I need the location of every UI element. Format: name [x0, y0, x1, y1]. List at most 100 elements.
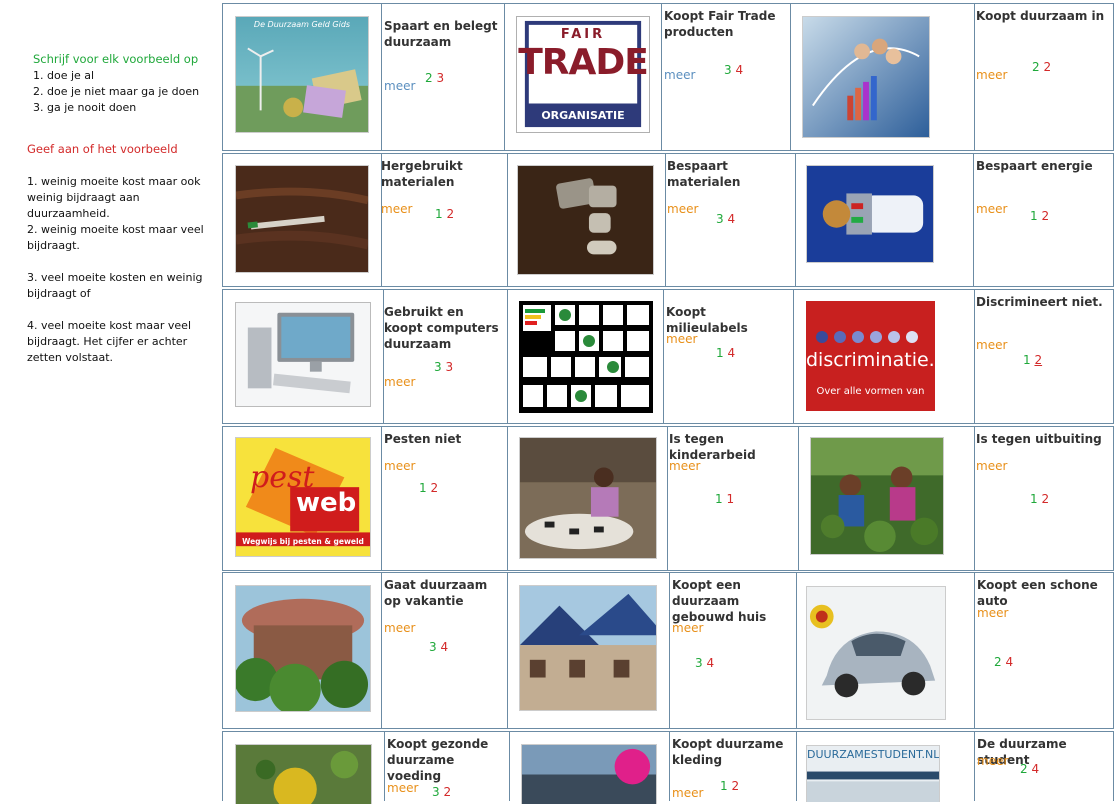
meer-link[interactable]: meer	[976, 202, 1007, 216]
pen-on-wood-image[interactable]	[235, 165, 369, 273]
instructions-sidebar: Schrijf voor elk voorbeeld op 1. doe je …	[0, 0, 222, 798]
example-cell: Koopt een duurzaam gebouwd huis meer 3 4	[669, 573, 797, 728]
image-cell	[223, 573, 382, 728]
meer-link[interactable]: meer	[976, 459, 1007, 473]
image-caption: De Duurzaam Geld Gids	[236, 20, 368, 29]
image-cell	[223, 290, 384, 423]
score: 2 3	[425, 71, 444, 85]
instruction-heading-green: Schrijf voor elk voorbeeld op	[33, 52, 198, 66]
example-cell: Koopt milieulabels meer 1 4	[663, 290, 794, 423]
fair-trade-logo-image[interactable]: FAIR TRADE ORGANISATIE	[516, 16, 650, 133]
example-cell: Gebruikt en koopt computers duurzaam mee…	[383, 290, 508, 423]
example-title: Pesten niet	[384, 431, 504, 447]
score: 3 4	[429, 640, 448, 654]
score: 2 2	[1032, 60, 1051, 74]
option-3: 3. ga je nooit doen	[33, 100, 199, 116]
computer-image[interactable]	[235, 302, 371, 407]
meer-link[interactable]: meer	[387, 781, 418, 795]
solar-houses-image[interactable]	[519, 585, 657, 711]
duurzaam-geld-gids-image[interactable]: De Duurzaam Geld Gids	[235, 16, 369, 133]
meer-link[interactable]: meer	[384, 459, 415, 473]
meer-link[interactable]: meer	[381, 202, 412, 216]
logo-tagline: Wegwijs bij pesten & geweld	[236, 537, 370, 546]
score: 3 2	[432, 785, 451, 799]
example-cell: Is tegen uitbuiting meer 1 2	[974, 427, 1114, 570]
criterion-4: 4. veel moeite kost maar veel bijdraagt.…	[27, 318, 222, 366]
logo-text-trade: TRADE	[517, 43, 649, 83]
score: 1 2	[1030, 492, 1049, 506]
score: 3 3	[434, 360, 453, 374]
energy-bulb-image[interactable]	[806, 165, 934, 263]
image-cell: pest web Wegwijs bij pesten & geweld	[223, 427, 382, 570]
grid-row: Hergebruikt materialen meer 1 2 Bespaart…	[222, 153, 1114, 287]
example-cell: Koopt een schone auto meer 2 4	[974, 573, 1114, 728]
meer-link[interactable]: meer	[384, 621, 415, 635]
tea-pickers-image[interactable]	[810, 437, 944, 555]
meer-link[interactable]: meer	[384, 79, 415, 93]
grid-row: Koopt gezonde duurzame voeding meer 3 2 …	[222, 731, 1114, 801]
example-title: Spaart en belegt duurzaam	[384, 18, 499, 50]
grid-row: Gebruikt en koopt computers duurzaam mee…	[222, 289, 1114, 424]
score: 3 4	[695, 656, 714, 670]
meer-link[interactable]: meer	[664, 68, 695, 82]
instruction-heading-red: Geef aan of het voorbeeld	[27, 142, 178, 156]
image-cell: De Duurzaam Geld Gids	[223, 4, 382, 150]
example-title: Koopt een duurzaam gebouwd huis	[672, 577, 794, 625]
image-cell	[507, 427, 668, 570]
example-title: Is tegen uitbuiting	[976, 431, 1112, 447]
examples-grid: De Duurzaam Geld Gids Spaart en belegt d…	[222, 3, 1114, 798]
example-title: Gaat duurzaam op vakantie	[384, 577, 504, 609]
meer-link[interactable]: meer	[977, 754, 1008, 768]
example-title: Koopt een schone auto	[977, 577, 1113, 609]
meer-link[interactable]: meer	[976, 338, 1007, 352]
grid-row: De Duurzaam Geld Gids Spaart en belegt d…	[222, 3, 1114, 151]
child-labor-image[interactable]	[519, 437, 657, 559]
example-title: Hergebruikt materialen	[381, 158, 501, 190]
phones-image[interactable]	[517, 165, 654, 275]
criterion-1: 1. weinig moeite kost maar ook weinig bi…	[27, 174, 222, 222]
logo-subtext: Over alle vormen van	[806, 386, 935, 397]
example-title: Gebruikt en koopt computers duurzaam	[384, 304, 506, 352]
clothing-image[interactable]	[521, 744, 657, 804]
meer-link[interactable]: meer	[666, 332, 697, 346]
example-cell: Pesten niet meer 1 2	[381, 427, 508, 570]
meer-link[interactable]: meer	[667, 202, 698, 216]
logo-text-duurzamestudent: DUURZAMESTUDENT.NL	[807, 748, 939, 761]
example-title: Koopt gezonde duurzame voeding	[387, 736, 507, 784]
example-cell: Spaart en belegt duurzaam meer 2 3	[381, 4, 505, 150]
vacation-house-image[interactable]	[235, 585, 371, 712]
meer-link[interactable]: meer	[672, 621, 703, 635]
pestweb-logo-image[interactable]: pest web Wegwijs bij pesten & geweld	[235, 437, 371, 557]
meer-link[interactable]: meer	[669, 459, 700, 473]
example-title: Bespaart materialen	[667, 158, 791, 190]
meer-link[interactable]: meer	[976, 68, 1007, 82]
score: 3 4	[724, 63, 743, 77]
discriminatie-nl-logo-image[interactable]: discriminatie.nl Over alle vormen van	[806, 301, 935, 411]
example-cell: Koopt gezonde duurzame voeding meer 3 2	[384, 732, 510, 801]
image-cell: FAIR TRADE ORGANISATIE	[504, 4, 662, 150]
example-cell: Koopt duurzame kleding meer 1 2	[669, 732, 797, 801]
duurzame-student-logo-image[interactable]: DUURZAMESTUDENT.NL	[806, 745, 940, 802]
duurzaam-inkopen-image[interactable]	[802, 16, 930, 138]
image-cell	[796, 573, 975, 728]
meer-link[interactable]: meer	[977, 606, 1008, 620]
grid-row: pest web Wegwijs bij pesten & geweld Pes…	[222, 426, 1114, 571]
clean-car-image[interactable]	[806, 586, 946, 720]
image-cell	[223, 154, 382, 286]
example-title: Discrimineert niet.	[976, 294, 1112, 310]
logo-text-discriminatie: discriminatie.nl	[806, 349, 935, 371]
image-cell	[507, 154, 666, 286]
image-cell	[509, 732, 670, 801]
options-list: 1. doe je al 2. doe je niet maar ga je d…	[33, 68, 199, 116]
example-cell: Hergebruikt materialen meer 1 2	[381, 154, 508, 286]
image-cell	[798, 427, 975, 570]
image-cell	[223, 732, 385, 801]
example-cell: Bespaart energie meer 1 2	[973, 154, 1114, 286]
score: 2 4	[994, 655, 1013, 669]
meer-link[interactable]: meer	[384, 375, 415, 389]
example-title: Koopt duurzaam in	[976, 8, 1112, 24]
option-1: 1. doe je al	[33, 68, 199, 84]
image-cell	[507, 290, 664, 423]
milieulabels-image[interactable]	[519, 301, 653, 413]
food-image[interactable]	[235, 744, 372, 804]
